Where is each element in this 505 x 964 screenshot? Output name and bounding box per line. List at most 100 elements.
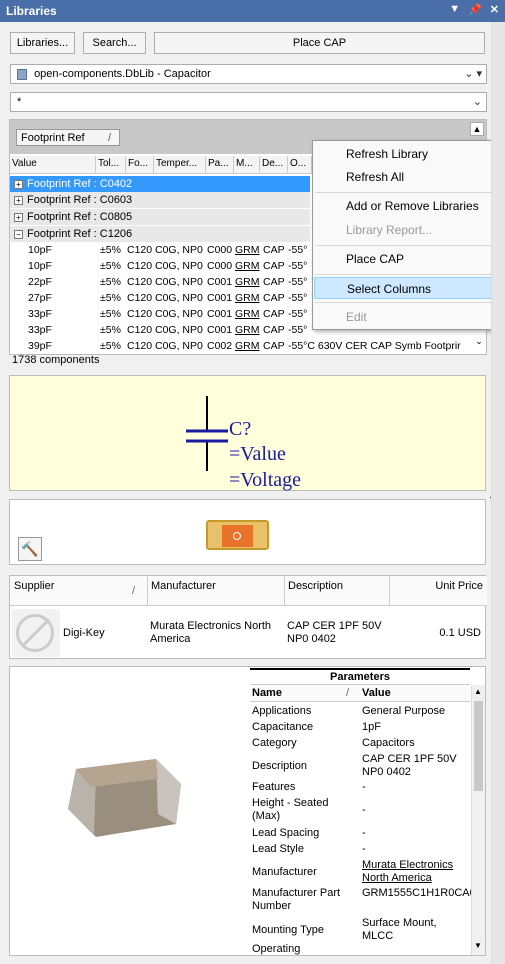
parameter-row[interactable]: Description CAP CER 1PF 50V NP0 0402: [252, 753, 470, 779]
parameter-row[interactable]: Operating: [252, 943, 470, 955]
parameter-row[interactable]: Applications General Purpose: [252, 705, 470, 721]
cell-value: 39pF: [28, 340, 52, 352]
menu-item-refresh-library[interactable]: Refresh Library: [314, 143, 501, 165]
cell-value: 10pF: [28, 260, 52, 272]
menu-item-label: Refresh Library: [346, 147, 429, 161]
dropdown-icon[interactable]: ▼: [449, 3, 460, 16]
scroll-down-icon[interactable]: ⌄: [473, 336, 485, 350]
menu-item-refresh-all[interactable]: Refresh All: [314, 166, 501, 188]
scroll-up-icon[interactable]: ▲: [474, 687, 482, 696]
column-header[interactable]: M...: [234, 156, 260, 173]
parameter-value[interactable]: Murata Electronics North America: [362, 859, 470, 885]
column-header[interactable]: Tol...: [96, 156, 126, 173]
footprint-pads: [206, 520, 269, 550]
name-col[interactable]: Name: [252, 687, 282, 699]
parameter-row[interactable]: Mounting Type Surface Mount, MLCC: [252, 917, 470, 943]
chevron-down-icon: ⌄ ▾: [464, 68, 482, 80]
cell-temp: C0G, NP0: [155, 276, 203, 288]
parameters-scrollbar[interactable]: ▲ ▼: [471, 685, 485, 955]
menu-item-select-columns[interactable]: Select Columns: [314, 277, 501, 299]
place-component-button[interactable]: Place CAP: [154, 32, 485, 54]
cell-fo: C120: [127, 340, 153, 352]
column-header[interactable]: Fo...: [126, 156, 154, 173]
parameter-value: 1pF: [362, 721, 381, 733]
menu-separator: [315, 274, 500, 275]
parameter-row[interactable]: Manufacturer Murata Electronics North Ame…: [252, 859, 470, 885]
cell-value: 33pF: [28, 324, 52, 336]
column-header[interactable]: Pa...: [206, 156, 234, 173]
group-by-chip[interactable]: Footprint Ref /: [16, 129, 120, 146]
libraries-button[interactable]: Libraries...: [10, 32, 75, 54]
parameter-name: Lead Spacing: [252, 827, 320, 839]
table-row[interactable]: 39pF ±5% C120 C0G, NP0 C002 GRM CAP -55°C 630V …: [10, 338, 485, 354]
expand-icon[interactable]: +: [14, 196, 23, 205]
cell-temp: C0G, NP0: [155, 260, 203, 272]
library-select[interactable]: open-components.DbLib - Capacitor ⌄ ▾: [10, 64, 487, 84]
column-header[interactable]: O...: [288, 156, 312, 173]
menu-item-label: Library Report...: [346, 223, 433, 237]
search-button[interactable]: Search...: [83, 32, 146, 54]
cell-o: -55°: [288, 244, 308, 256]
parameter-value: -: [362, 843, 366, 855]
pin-icon[interactable]: 📌: [468, 3, 482, 16]
group-row-selected[interactable]: + Footprint Ref : C0402: [10, 176, 310, 192]
parameter-row[interactable]: Lead Spacing -: [252, 827, 470, 843]
scroll-up-icon[interactable]: ▲: [470, 122, 484, 136]
parameter-name: Mounting Type: [252, 924, 324, 936]
menu-item-place[interactable]: Place CAP: [314, 248, 501, 270]
cell-pa: C001: [207, 276, 233, 288]
supplier-col[interactable]: Supplier: [14, 580, 54, 592]
parameter-name: Operating: [252, 943, 301, 955]
cell-tol: ±5%: [100, 292, 121, 304]
scroll-down-icon[interactable]: ▼: [474, 941, 482, 950]
menu-item-library-report[interactable]: Library Report...: [314, 219, 501, 241]
column-header[interactable]: Temper...: [154, 156, 206, 173]
group-row[interactable]: − Footprint Ref : C1206: [10, 226, 310, 242]
expand-icon[interactable]: +: [14, 213, 23, 222]
menu-item-label: Select Columns: [347, 282, 432, 296]
cell-value: 33pF: [28, 308, 52, 320]
no-image-icon: [16, 614, 54, 652]
filter-input[interactable]: * ⌄: [10, 92, 487, 112]
description-col[interactable]: Description: [288, 580, 343, 592]
price-col[interactable]: Unit Price: [435, 580, 483, 592]
cell-fo: C120: [127, 260, 153, 272]
cell-m: GRM: [235, 324, 260, 336]
scrollbar-thumb[interactable]: [474, 701, 483, 791]
expand-icon[interactable]: +: [14, 180, 23, 189]
cell-m: GRM: [235, 260, 260, 272]
sort-icon: /: [132, 585, 136, 597]
value-col[interactable]: Value: [362, 687, 391, 699]
library-icon: [17, 68, 27, 80]
column-header[interactable]: De...: [260, 156, 288, 173]
cell-tol: ±5%: [100, 260, 121, 272]
parameter-row[interactable]: Height - Seated (Max) -: [252, 797, 470, 825]
column-divider: [284, 576, 285, 606]
hammer-icon[interactable]: 🔨: [18, 537, 42, 561]
parameter-name: Manufacturer Part Number: [252, 887, 341, 912]
chevron-down-icon: ⌄: [472, 96, 482, 108]
manufacturer-col[interactable]: Manufacturer: [151, 580, 216, 592]
parameter-row[interactable]: Features -: [252, 781, 470, 797]
close-icon[interactable]: ✕: [490, 3, 499, 16]
menu-item-edit[interactable]: Edit: [314, 306, 501, 328]
parameter-row[interactable]: Category Capacitors: [252, 737, 470, 753]
collapse-icon[interactable]: −: [14, 230, 23, 239]
parameter-row[interactable]: Manufacturer Part Number GRM1555C1H1R0CA0: [252, 887, 476, 915]
group-row[interactable]: + Footprint Ref : C0805: [10, 209, 310, 225]
parameter-row[interactable]: Capacitance 1pF: [252, 721, 470, 737]
parameter-name: Applications: [252, 705, 312, 717]
menu-item-label: Edit: [346, 310, 367, 324]
group-by-label: Footprint Ref: [21, 132, 85, 144]
sort-icon: /: [346, 687, 350, 699]
column-header[interactable]: Value: [10, 156, 96, 173]
parameter-name: Features: [252, 781, 296, 793]
menu-item-add-remove-libraries[interactable]: Add or Remove Libraries: [314, 195, 501, 217]
group-row[interactable]: + Footprint Ref : C0603: [10, 192, 310, 208]
cell-de: CAP: [263, 276, 285, 288]
parameter-row[interactable]: Lead Style -: [252, 843, 470, 859]
schematic-preview: C? =Value =Voltage: [9, 375, 486, 491]
parameter-value: -: [362, 804, 366, 816]
panel-scrollbar[interactable]: [491, 22, 505, 964]
context-menu: Refresh Library Refresh All Add or Remov…: [312, 140, 503, 330]
